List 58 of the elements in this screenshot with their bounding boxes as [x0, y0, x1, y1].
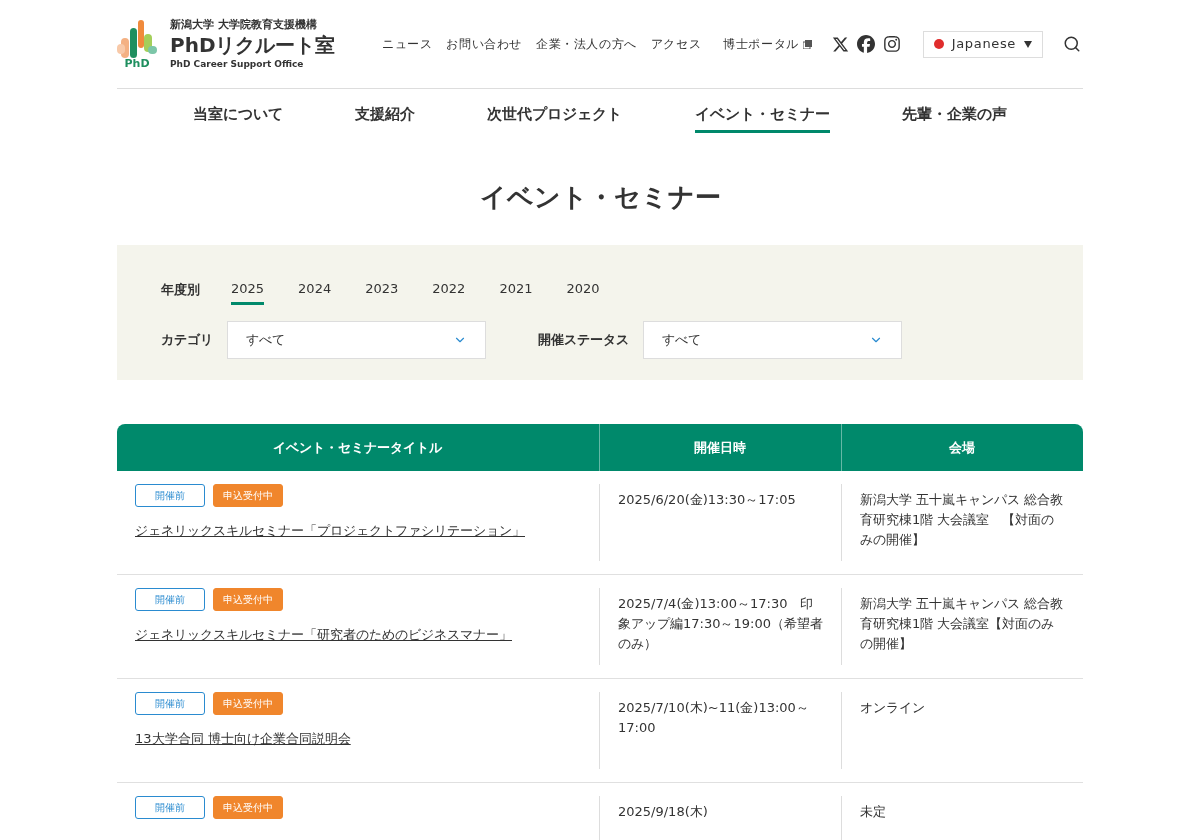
- event-venue: オンライン: [841, 692, 1083, 769]
- event-date: 2025/7/4(金)13:00～17:30 印象アップ編17:30～19:00（希望者のみ）: [599, 588, 841, 665]
- search-icon[interactable]: [1063, 35, 1081, 53]
- logo[interactable]: PhD: [117, 19, 157, 69]
- status-badge: 申込受付中: [213, 484, 283, 507]
- logo-mark: PhD: [124, 57, 150, 69]
- filter-label: 開催ステータス: [538, 331, 629, 350]
- filter-select[interactable]: すべて: [227, 321, 486, 359]
- year-tab[interactable]: 2025: [231, 279, 265, 305]
- main-nav-tab[interactable]: 次世代プロジェクト: [487, 103, 623, 133]
- main-nav-tab[interactable]: 先輩・企業の声: [901, 103, 1007, 133]
- header-link[interactable]: 博士ポータル: [723, 35, 812, 53]
- main-nav-tab[interactable]: 支援紹介: [355, 103, 416, 133]
- event-venue: 新潟大学 五十嵐キャンパス 総合教育研究棟1階 大会議室【対面のみの開催】: [841, 588, 1083, 665]
- logo-drawing: [117, 19, 157, 60]
- facebook-icon[interactable]: [856, 35, 875, 53]
- event-title-link[interactable]: 13大学合同 博士向け企業合同説明会: [135, 729, 581, 749]
- column-header: イベント・セミナータイトル: [117, 424, 599, 471]
- year-tab[interactable]: 2024: [298, 279, 332, 305]
- header-link[interactable]: 企業・法人の方へ: [535, 35, 637, 53]
- flag-icon: [933, 39, 944, 49]
- status-badge: 開催前: [135, 692, 205, 715]
- status-badge: 申込受付中: [213, 588, 283, 611]
- x-icon[interactable]: [831, 35, 849, 53]
- header-link[interactable]: ニュース: [381, 35, 433, 53]
- year-tab[interactable]: 2023: [365, 279, 399, 305]
- event-date: 2025/7/10(木)~11(金)13:00～17:00: [599, 692, 841, 769]
- site-subtitle: PhD Career Support Office: [170, 58, 305, 70]
- page-title: イベント・セミナー: [478, 181, 722, 214]
- status-badge: 開催前: [135, 796, 205, 819]
- status-badge: 申込受付中: [213, 692, 283, 715]
- header-link[interactable]: お問い合わせ: [446, 35, 522, 53]
- status-badge: 開催前: [135, 588, 205, 611]
- year-tab[interactable]: 2022: [432, 279, 466, 305]
- filter-select[interactable]: すべて: [643, 321, 902, 359]
- year-tab[interactable]: 2020: [566, 279, 600, 305]
- status-badge: 申込受付中: [213, 796, 283, 819]
- caret-icon: [1024, 40, 1032, 48]
- external-link-icon: [802, 39, 812, 49]
- event-venue: 新潟大学 五十嵐キャンパス 総合教育研究棟1階 大会議室 【対面のみの開催】: [841, 484, 1083, 561]
- filter-label: カテゴリ: [161, 331, 213, 350]
- event-date: 2025/6/20(金)13:30～17:05: [599, 484, 841, 561]
- column-header: 会場: [841, 424, 1083, 471]
- year-tab[interactable]: 2021: [499, 279, 533, 305]
- event-date: 2025/9/18(木): [599, 796, 841, 840]
- filter-label: 年度別: [161, 281, 201, 300]
- column-header: 開催日時: [599, 424, 841, 471]
- site-title: PhDリクルート室: [170, 32, 336, 58]
- main-nav-tab[interactable]: 当室について: [193, 103, 284, 133]
- language-select[interactable]: Japanese: [922, 30, 1043, 58]
- event-venue: 未定: [841, 796, 1083, 840]
- event-title-link[interactable]: ジェネリックスキルセミナー「研究者のためのビジネスマナー」: [135, 625, 581, 645]
- org-name: 新潟大学 大学院教育支援機構: [170, 18, 318, 32]
- status-badge: 開催前: [135, 484, 205, 507]
- instagram-icon[interactable]: [882, 35, 901, 53]
- header-link[interactable]: アクセス: [650, 35, 702, 53]
- event-title-link[interactable]: ジェネリックスキルセミナー「プロジェクトファシリテーション」: [135, 521, 581, 541]
- main-nav-tab[interactable]: イベント・セミナー: [694, 103, 830, 133]
